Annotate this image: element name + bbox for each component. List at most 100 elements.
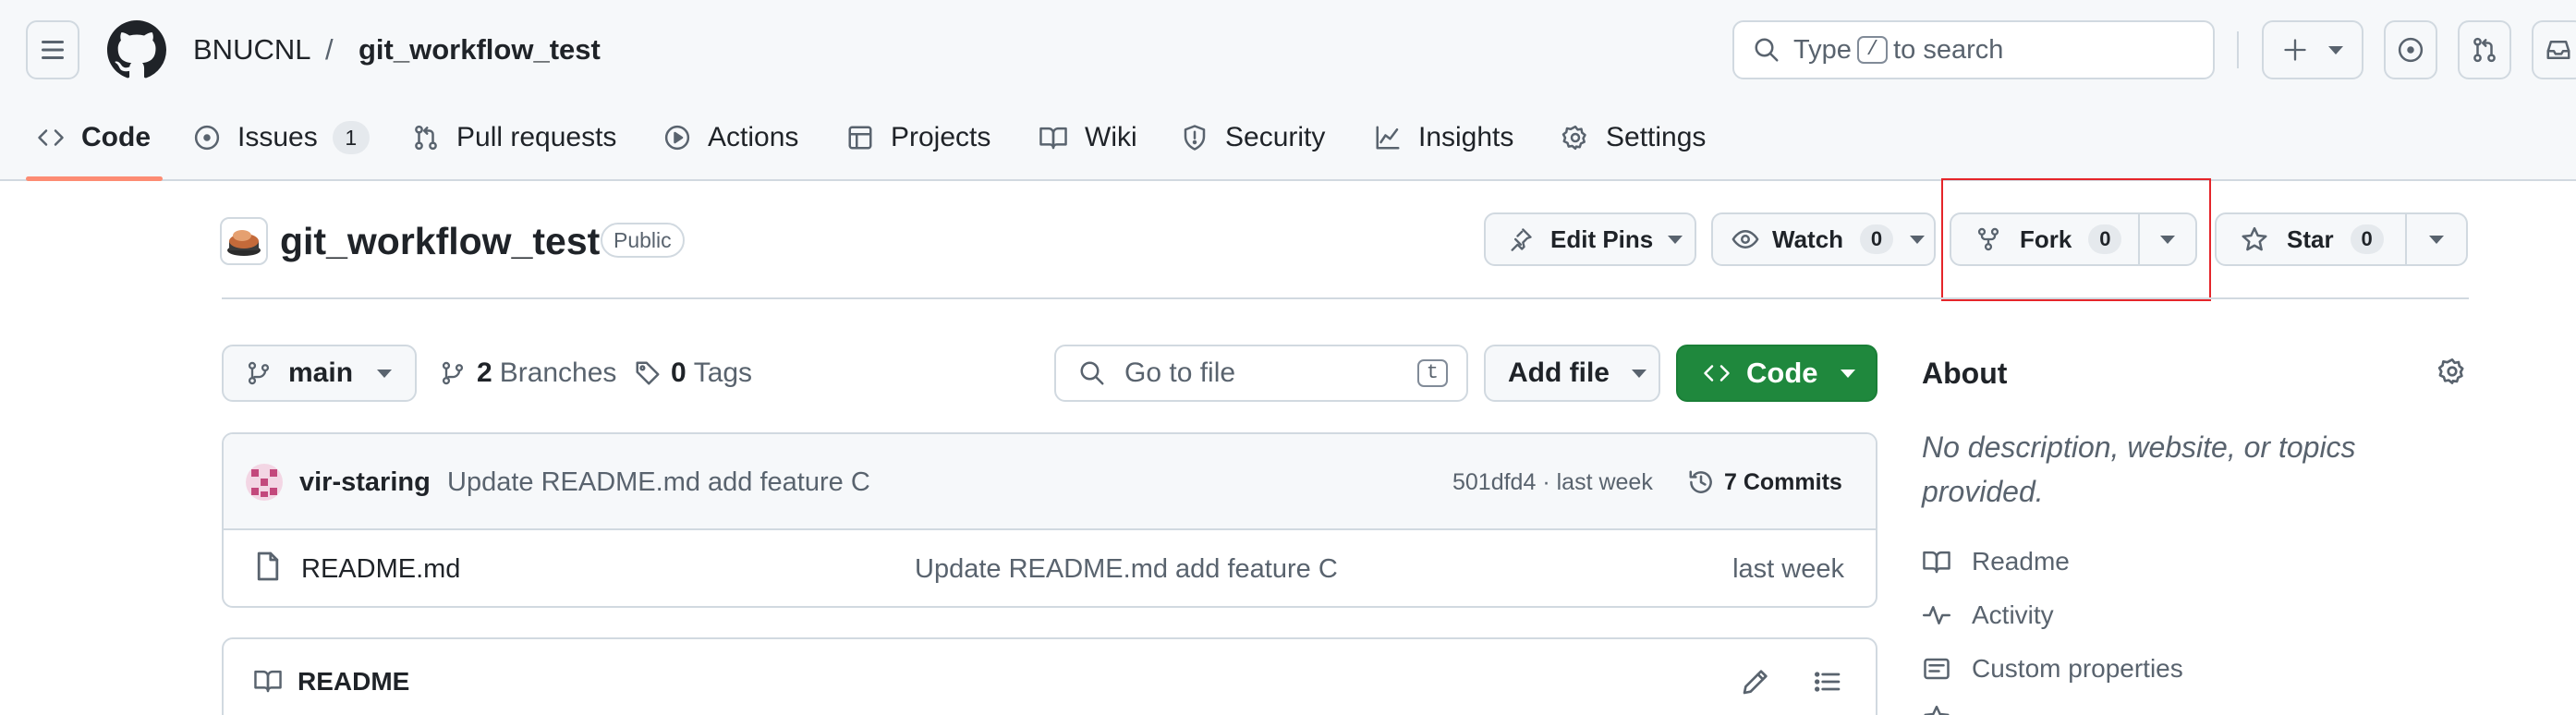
about-activity-label: Activity <box>1972 600 2054 629</box>
tab-label: Pull requests <box>456 122 617 152</box>
breadcrumb-repo[interactable]: git_workflow_test <box>358 31 601 68</box>
commit-message[interactable]: Update README.md add feature C <box>447 464 870 501</box>
tags-link[interactable]: 0 Tags <box>634 354 752 393</box>
git-pull-request-icon <box>412 124 440 151</box>
play-icon <box>663 124 691 151</box>
file-icon <box>255 551 281 582</box>
repo-title[interactable]: git_workflow_test <box>280 218 600 264</box>
pulse-icon <box>1922 601 1951 629</box>
tab-pull-requests[interactable]: Pull requests <box>412 115 616 161</box>
chevron-down-icon <box>1632 369 1646 378</box>
pin-icon <box>1508 226 1534 252</box>
search-icon <box>1753 36 1780 64</box>
edit-pins-button[interactable]: Edit Pins <box>1484 212 1696 266</box>
visibility-badge: Public <box>601 223 685 258</box>
inbox-icon <box>2545 36 2572 64</box>
tags-label: Tags <box>693 358 753 388</box>
issues-button[interactable] <box>2384 20 2437 79</box>
tab-wiki[interactable]: Wiki <box>1039 115 1137 161</box>
tab-label: Wiki <box>1085 122 1137 152</box>
tab-label: Issues <box>237 122 318 152</box>
chevron-down-icon <box>1910 235 1926 244</box>
tab-label: Security <box>1225 122 1326 152</box>
chevron-down-icon <box>1840 369 1855 378</box>
watch-count: 0 <box>1860 224 1894 254</box>
tab-actions[interactable]: Actions <box>663 115 798 161</box>
file-list: vir-staring Update README.md add feature… <box>222 432 1877 608</box>
plus-icon <box>2282 37 2308 63</box>
about-custom-properties-label: Custom properties <box>1972 654 2183 683</box>
global-header: BNUCNL / git_workflow_test Type / to sea… <box>0 0 2576 181</box>
note-icon <box>1922 655 1951 683</box>
about-custom-properties-link[interactable]: Custom properties <box>1922 650 2183 687</box>
code-icon <box>37 124 65 151</box>
tab-code[interactable]: Code <box>37 115 151 161</box>
git-branch-icon <box>440 359 466 387</box>
about-readme-label: Readme <box>1972 547 2070 576</box>
table-icon <box>846 124 874 151</box>
search-input[interactable]: Type / to search <box>1732 20 2215 79</box>
branch-select-button[interactable]: main <box>222 345 417 402</box>
author-avatar[interactable] <box>246 464 283 501</box>
about-title: About <box>1922 357 2008 390</box>
go-to-file-shortcut-key: t <box>1416 359 1448 387</box>
latest-commit-bar: vir-staring Update README.md add feature… <box>224 434 1876 530</box>
tab-label: Actions <box>708 122 799 152</box>
pencil-icon[interactable] <box>1741 667 1770 697</box>
book-icon <box>1922 548 1951 576</box>
star-count: 0 <box>2350 224 2384 254</box>
tab-settings[interactable]: Settings <box>1561 115 1706 161</box>
issue-opened-icon <box>193 124 221 151</box>
branches-link[interactable]: 2 Branches <box>440 354 616 393</box>
watch-label: Watch <box>1772 224 1844 253</box>
breadcrumb-owner[interactable]: BNUCNL <box>193 31 310 68</box>
go-to-file-input[interactable]: Go to file t <box>1054 345 1468 402</box>
watch-button[interactable]: Watch 0 <box>1711 212 1936 266</box>
go-to-file-placeholder: Go to file <box>1124 358 1236 388</box>
commit-author[interactable]: vir-staring <box>299 464 431 501</box>
list-unordered-icon[interactable] <box>1813 667 1842 697</box>
star-label: Star <box>2287 224 2334 253</box>
pull-requests-button[interactable] <box>2458 20 2511 79</box>
tab-security[interactable]: Security <box>1181 115 1325 161</box>
tab-projects[interactable]: Projects <box>846 115 990 161</box>
add-file-button[interactable]: Add file <box>1484 345 1660 402</box>
fork-highlight-box <box>1941 178 2211 301</box>
about-activity-link[interactable]: Activity <box>1922 597 2054 634</box>
chevron-down-icon <box>377 369 393 378</box>
commit-time: last week <box>1556 469 1653 495</box>
readme-title[interactable]: README <box>298 663 409 700</box>
star-icon <box>1922 704 1951 715</box>
file-commit-message[interactable]: Update README.md add feature C <box>915 551 1338 588</box>
edit-pins-label: Edit Pins <box>1550 224 1654 253</box>
tag-icon <box>634 359 662 387</box>
gear-icon <box>2437 357 2467 386</box>
menu-icon <box>41 40 65 60</box>
create-new-button[interactable] <box>2262 20 2363 79</box>
about-readme-link[interactable]: Readme <box>1922 543 2070 580</box>
issues-count-badge: 1 <box>332 121 370 154</box>
search-prefix: Type <box>1793 34 1852 65</box>
pull-request-icon <box>2471 36 2498 64</box>
menu-button[interactable] <box>26 20 79 79</box>
git-branch-icon <box>246 359 272 387</box>
search-suffix: to search <box>1893 34 2004 65</box>
star-dropdown-button[interactable] <box>2405 212 2468 266</box>
file-name[interactable]: README.md <box>301 551 460 588</box>
commits-link[interactable]: 7 Commits <box>1687 464 1842 501</box>
branches-count: 2 <box>477 358 492 388</box>
code-button[interactable]: Code <box>1676 345 1877 402</box>
tab-insights[interactable]: Insights <box>1374 115 1513 161</box>
search-icon <box>1078 359 1106 387</box>
star-button[interactable]: Star 0 <box>2215 212 2407 266</box>
inbox-button[interactable] <box>2532 20 2576 79</box>
chevron-down-icon <box>1668 235 1683 244</box>
tab-issues[interactable]: Issues 1 <box>193 115 370 161</box>
book-icon <box>1039 124 1068 151</box>
about-settings-button[interactable] <box>2437 357 2467 386</box>
github-home-link[interactable] <box>107 20 166 79</box>
about-description: No description, website, or topics provi… <box>1922 430 2356 508</box>
commit-sha[interactable]: 501dfd4 <box>1452 469 1536 495</box>
search-shortcut-key: / <box>1856 36 1889 64</box>
commits-label: 7 Commits <box>1724 468 1842 495</box>
